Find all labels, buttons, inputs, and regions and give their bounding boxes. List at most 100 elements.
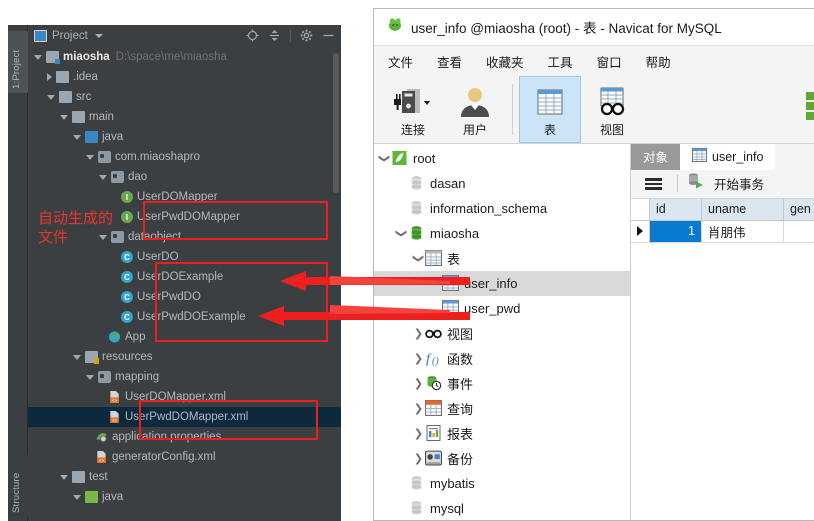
toolbar-table-button[interactable]: 表 xyxy=(519,76,581,143)
tab-objects[interactable]: 对象 xyxy=(631,143,681,170)
chevron-down-icon[interactable]: ❯ xyxy=(378,152,391,165)
chevron-down-icon[interactable]: ❯ xyxy=(395,227,408,240)
grid-column-header[interactable]: id xyxy=(650,198,702,220)
project-tree-label: test xyxy=(89,471,108,483)
navicat-tree-row[interactable]: ❯ 报表 xyxy=(374,421,630,446)
navicat-connection-tree[interactable]: ❯root·dasan·information_schema❯miaosha❯表… xyxy=(374,143,631,520)
navicat-tabstrip[interactable]: 对象 user_info xyxy=(631,143,814,170)
chevron-down-icon[interactable] xyxy=(47,94,55,100)
project-tree-row[interactable]: test xyxy=(28,467,341,487)
project-tree[interactable]: miaosha D:\space\me\miaosha .idea src main ja… xyxy=(28,47,341,521)
toolbar-view-button[interactable]: 视图 xyxy=(581,76,643,142)
project-tree-row[interactable]: <> UserDOMapper.xml xyxy=(28,387,341,407)
navicat-tree-row[interactable]: ❯ f() 函数 xyxy=(374,346,630,371)
navicat-grid-toolbar: 开始事务 xyxy=(631,169,814,199)
grid-column-header[interactable]: gen xyxy=(784,198,814,220)
data-grid[interactable]: id uname gen 1 肖朋伟 xyxy=(631,198,814,520)
begin-transaction-label[interactable]: 开始事务 xyxy=(714,174,764,193)
project-tree-row[interactable]: resources xyxy=(28,347,341,367)
tab-user-info-label: user_info xyxy=(712,149,764,164)
project-tree-row[interactable]: com.miaoshapro xyxy=(28,147,341,167)
chevron-down-icon[interactable] xyxy=(60,474,68,480)
chevron-down-icon[interactable] xyxy=(94,34,103,38)
project-tree-row[interactable]: .idea xyxy=(28,67,341,87)
navicat-tree-row[interactable]: ❯ 查询 xyxy=(374,396,630,421)
toolbar-user-button[interactable]: 用户 xyxy=(444,76,506,142)
navicat-tree-row[interactable]: ❯ 备份 xyxy=(374,446,630,471)
toolbar-overflow-icon[interactable] xyxy=(806,92,814,127)
project-tree-row[interactable]: mapping xyxy=(28,367,341,387)
project-tree-row[interactable]: C UserDO xyxy=(28,247,341,267)
chevron-right-icon[interactable]: ❯ xyxy=(412,377,425,390)
project-tree-row[interactable]: I UserDOMapper xyxy=(28,187,341,207)
chevron-down-icon[interactable] xyxy=(99,174,107,180)
chevron-down-icon[interactable] xyxy=(34,54,42,60)
menu-help[interactable]: 帮助 xyxy=(646,52,671,71)
grid-column-header[interactable]: uname xyxy=(702,198,784,220)
project-tree-row[interactable]: C UserPwdDOExample xyxy=(28,307,341,327)
navicat-tree-row[interactable]: · dasan xyxy=(374,171,630,196)
chevron-right-icon[interactable]: ❯ xyxy=(412,402,425,415)
table-item-icon xyxy=(442,300,459,317)
project-tree-row[interactable]: java xyxy=(28,487,341,507)
chevron-right-icon[interactable]: ❯ xyxy=(412,427,425,440)
navicat-tree-row[interactable]: · user_pwd xyxy=(374,296,630,321)
chevron-right-icon[interactable]: ❯ xyxy=(412,327,425,340)
project-tree-row[interactable]: miaosha D:\space\me\miaosha xyxy=(28,47,341,67)
toolbar-connection-button[interactable]: 连接 xyxy=(382,76,444,142)
project-tree-row[interactable]: dao xyxy=(28,167,341,187)
rail-tab-project[interactable]: 1:Project xyxy=(8,31,28,93)
chevron-right-icon[interactable]: ❯ xyxy=(412,352,425,365)
package-icon xyxy=(98,371,111,383)
menu-tools[interactable]: 工具 xyxy=(548,52,573,71)
rail-tab-structure[interactable]: Structure xyxy=(8,455,28,517)
grid-cell-id[interactable]: 1 xyxy=(650,220,702,242)
navicat-tree-row[interactable]: · information_schema xyxy=(374,196,630,221)
chevron-down-icon[interactable] xyxy=(86,154,94,160)
navicat-tree-row[interactable]: · user_info xyxy=(374,270,630,296)
menu-view[interactable]: 查看 xyxy=(437,52,462,71)
project-tree-row[interactable]: main xyxy=(28,107,341,127)
chevron-down-icon[interactable] xyxy=(73,354,81,360)
navicat-tree-row[interactable]: ❯ root xyxy=(374,146,630,171)
project-tree-row[interactable]: C UserDOExample xyxy=(28,267,341,287)
functions-icon: f() xyxy=(426,352,439,366)
menu-window[interactable]: 窗口 xyxy=(597,52,622,71)
chevron-down-icon[interactable] xyxy=(73,134,81,140)
grid-row[interactable]: 1 肖朋伟 xyxy=(631,220,814,243)
chevron-right-icon[interactable]: ❯ xyxy=(412,452,425,465)
gear-icon[interactable] xyxy=(300,29,313,44)
project-tree-row[interactable]: <> generatorConfig.xml xyxy=(28,447,341,467)
navicat-tree-row[interactable]: ❯ 事件 xyxy=(374,371,630,396)
project-tree-row[interactable]: src xyxy=(28,87,341,107)
xml-file-icon: <> xyxy=(97,451,106,463)
grid-body[interactable]: 1 肖朋伟 xyxy=(631,220,814,243)
chevron-down-icon[interactable]: ❯ xyxy=(412,252,425,265)
menu-favorites[interactable]: 收藏夹 xyxy=(486,52,524,71)
screenshot-root: 1:Project Structure Project miaosha D:\s… xyxy=(0,0,814,521)
navicat-tree-row[interactable]: ❯ 视图 xyxy=(374,321,630,346)
grid-cell-gen[interactable] xyxy=(784,221,814,242)
collapse-all-icon[interactable] xyxy=(268,29,281,44)
grid-cell-uname[interactable]: 肖朋伟 xyxy=(702,220,784,242)
hamburger-icon[interactable] xyxy=(639,176,668,192)
chevron-down-icon[interactable] xyxy=(86,374,94,380)
project-tree-row[interactable]: <> UserPwdDOMapper.xml xyxy=(28,407,341,427)
navicat-tree-row[interactable]: ❯ miaosha xyxy=(374,221,630,246)
minimize-icon[interactable] xyxy=(322,29,335,44)
locate-icon[interactable] xyxy=(246,29,259,44)
menu-file[interactable]: 文件 xyxy=(388,52,413,71)
chevron-down-icon[interactable] xyxy=(60,114,68,120)
project-tree-row[interactable]: application.properties xyxy=(28,427,341,447)
tab-user-info[interactable]: user_info xyxy=(680,143,776,170)
navicat-tree-row[interactable]: · mysql xyxy=(374,496,630,520)
navicat-menubar[interactable]: 文件 查看 收藏夹 工具 窗口 帮助 xyxy=(374,45,814,77)
chevron-right-icon[interactable] xyxy=(47,73,52,81)
chevron-down-icon[interactable] xyxy=(73,494,81,500)
navicat-tree-row[interactable]: · mybatis xyxy=(374,471,630,496)
project-tree-row[interactable]: C UserPwdDO xyxy=(28,287,341,307)
project-tree-scrollbar[interactable] xyxy=(333,53,339,193)
navicat-tree-row[interactable]: ❯ 表 xyxy=(374,246,630,271)
project-tree-row[interactable]: App xyxy=(28,327,341,347)
project-tree-row[interactable]: java xyxy=(28,127,341,147)
